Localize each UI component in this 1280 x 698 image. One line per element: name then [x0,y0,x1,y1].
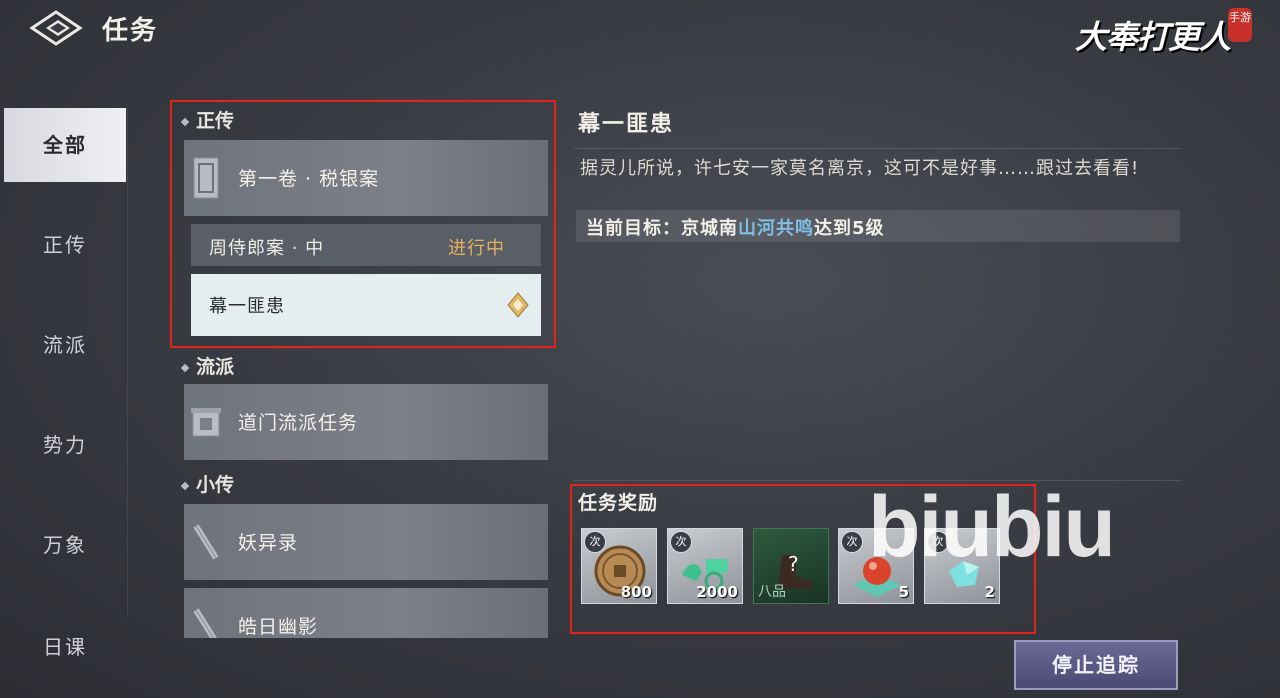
quest-card-volume-one[interactable]: 第一卷 · 税银案 [184,140,548,216]
divider [574,148,1182,149]
nav-tab-school[interactable]: 流派 [4,308,126,382]
quest-card-taoist-school[interactable]: 道门流派任务 [184,384,548,460]
quest-sub-item-selected[interactable]: 幕一匪患 [191,274,541,336]
top-bar: 任务 大奉打更人 手游 [0,0,1280,60]
quest-title: 幕一匪患 [578,112,675,137]
quest-card-demon-records[interactable]: 妖异录 [184,504,548,580]
sidenav-divider [127,108,128,618]
status-in-progress: 进行中 [448,238,505,259]
scroll-book-icon [193,157,219,199]
quest-card-label: 第一卷 · 税银案 [238,168,380,190]
page-title: 任务 [102,16,159,46]
reward-slot-carriage[interactable]: 次 2000 [667,528,743,604]
reward-qty: 2000 [696,583,738,601]
reward-qty: 800 [620,583,652,601]
reward-slot-mystery[interactable]: ? 八品 [753,528,829,604]
diamond-bullet-icon [180,481,190,490]
nav-tab-faction[interactable]: 势力 [4,408,126,482]
logo-seal: 手游 [1228,8,1252,42]
stop-tracking-button[interactable]: 停止追踪 [1014,640,1178,690]
diamond-bullet-icon [180,117,190,126]
game-logo: 大奉打更人 手游 [1068,2,1268,58]
quest-description: 据灵儿所说，许七安一家莫名离京，这可不是好事……跟过去看看! [580,158,1140,179]
quest-card-bright-shadow[interactable]: 皓日幽影 [184,588,548,638]
reward-slot-coin[interactable]: 次 800 [581,528,657,604]
reward-title: 任务奖励 [578,492,659,514]
quest-card-label: 皓日幽影 [238,616,319,638]
brush-scroll-icon [193,608,218,638]
nav-tab-daily[interactable]: 日课 [4,610,126,684]
quest-sub-item[interactable]: 周侍郎案 · 中 进行中 [191,224,541,266]
current-goal-text: 当前目标：京城南山河共鸣达到5级 [586,218,885,239]
section-header-main: 正传 [180,106,234,133]
reward-badge: 次 [670,531,692,553]
quest-list[interactable]: 正传 第一卷 · 税银案 周侍郎案 · 中 进行中 幕一匪患 流派 道门流派任务… [172,100,556,638]
reward-grade: 八品 [758,584,786,600]
current-goal-bar: 当前目标：京城南山河共鸣达到5级 [576,210,1180,242]
watermark: biubiu [868,479,1116,575]
quest-card-label: 妖异录 [238,532,299,554]
diamond-bullet-icon [180,363,190,372]
section-header-school: 流派 [180,352,234,379]
reward-badge: 次 [584,531,606,553]
svg-text:?: ? [788,552,799,576]
nav-tab-main-story[interactable]: 正传 [4,208,126,282]
nav-tab-myriad[interactable]: 万象 [4,508,126,582]
quest-sub-item-label: 幕一匪患 [209,296,285,317]
reward-qty: 2 [984,583,995,601]
quest-card-label: 道门流派任务 [238,412,359,434]
goal-link[interactable]: 山河共鸣 [738,218,814,239]
reward-qty: 5 [898,583,909,601]
back-icon[interactable] [28,8,84,48]
quest-sub-item-label: 周侍郎案 · 中 [209,238,325,259]
brush-scroll-icon [193,524,219,560]
section-header-side: 小传 [180,470,234,497]
shrine-icon [191,408,221,437]
nav-tab-all[interactable]: 全部 [4,108,126,182]
reward-badge: 次 [841,531,863,553]
logo-text: 大奉打更人 [1074,18,1231,56]
tracking-marker-icon [507,292,529,318]
